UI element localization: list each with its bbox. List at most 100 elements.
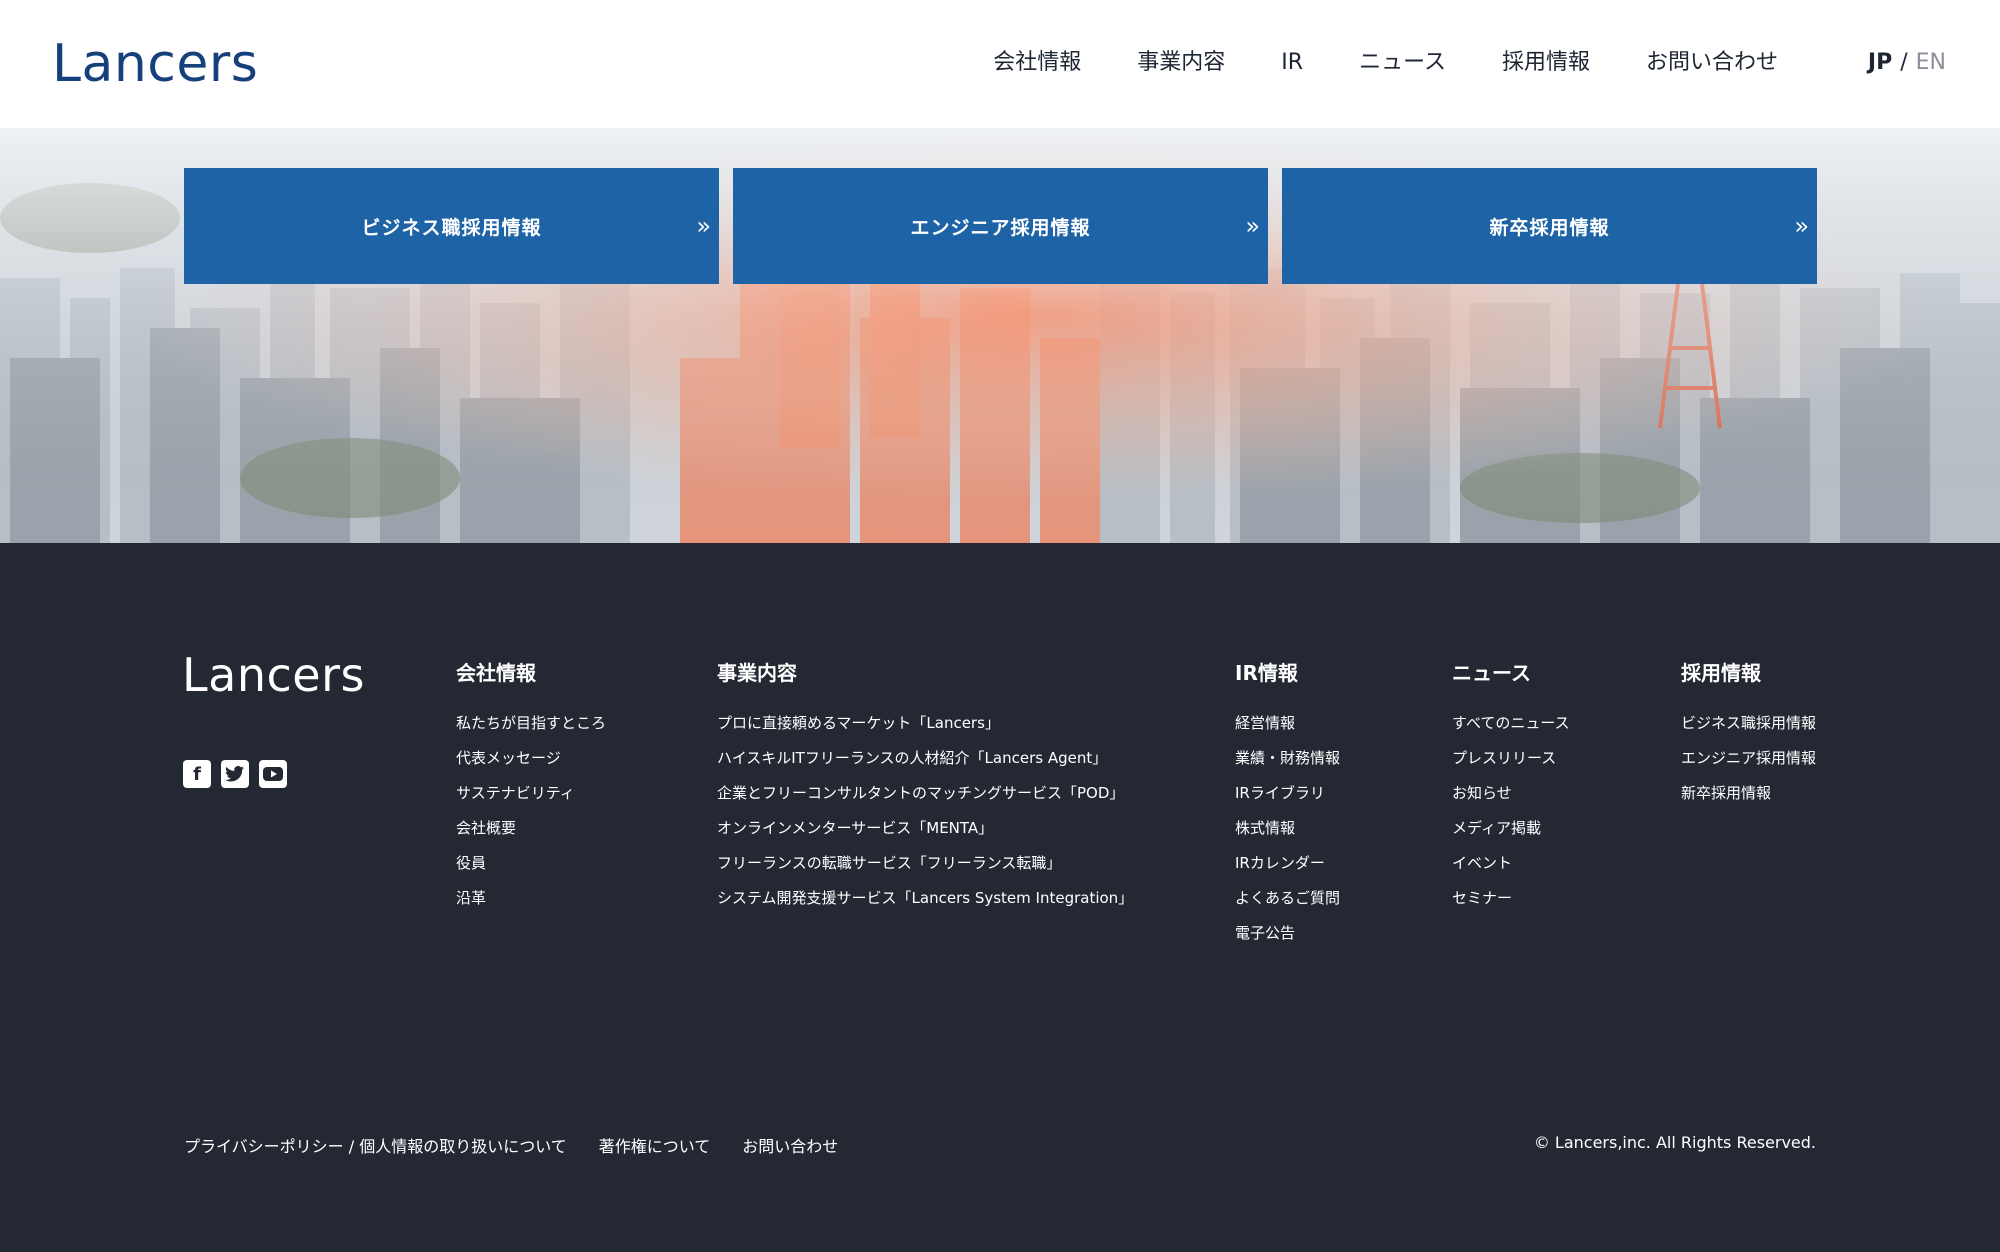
footer-link[interactable]: メディア掲載 bbox=[1452, 819, 1541, 837]
footer-col-title[interactable]: 事業内容 bbox=[717, 659, 1133, 687]
footer-link[interactable]: すべてのニュース bbox=[1452, 714, 1570, 732]
footer-link[interactable]: 代表メッセージ bbox=[456, 749, 561, 767]
list-item[interactable]: ハイスキルITフリーランスの人材紹介「Lancers Agent」 bbox=[717, 748, 1133, 768]
footer-link[interactable]: IRカレンダー bbox=[1235, 854, 1325, 872]
list-item[interactable]: システム開発支援サービス「Lancers System Integration」 bbox=[717, 888, 1133, 908]
nav-recruit[interactable]: 採用情報 bbox=[1502, 46, 1590, 80]
business-recruit-label: ビジネス職採用情報 bbox=[361, 216, 542, 239]
newgrad-recruit-button[interactable]: 新卒採用情報 » bbox=[1282, 168, 1817, 284]
footer-link[interactable]: 電子公告 bbox=[1235, 924, 1295, 942]
lang-separator: / bbox=[1900, 50, 1908, 75]
footer-link[interactable]: お知らせ bbox=[1452, 784, 1512, 802]
double-chevron-right-icon: » bbox=[696, 212, 710, 240]
nav-news[interactable]: ニュース bbox=[1359, 46, 1446, 80]
list-item[interactable]: ビジネス職採用情報 bbox=[1681, 713, 1816, 733]
footer-link[interactable]: システム開発支援サービス「Lancers System Integration」 bbox=[717, 889, 1133, 907]
footer-link[interactable]: プレスリリース bbox=[1452, 749, 1556, 767]
global-nav: 会社情報 事業内容 IR ニュース 採用情報 お問い合わせ bbox=[937, 46, 1778, 80]
footer-link[interactable]: セミナー bbox=[1452, 889, 1512, 907]
newgrad-recruit-label: 新卒採用情報 bbox=[1489, 216, 1610, 239]
footer-col-business: 事業内容 プロに直接頼めるマーケット「Lancers」 ハイスキルITフリーラン… bbox=[717, 659, 1133, 923]
copyright-link[interactable]: 著作権について bbox=[599, 1133, 711, 1157]
list-item[interactable]: サステナビリティ bbox=[456, 783, 606, 803]
footer-col-news: ニュース すべてのニュース プレスリリース お知らせ メディア掲載 イベント セ… bbox=[1452, 659, 1570, 923]
footer-col-title[interactable]: IR情報 bbox=[1235, 659, 1340, 687]
copyright-text: © Lancers,inc. All Rights Reserved. bbox=[1533, 1133, 1816, 1152]
engineer-recruit-button[interactable]: エンジニア採用情報 » bbox=[733, 168, 1268, 284]
footer-link[interactable]: サステナビリティ bbox=[456, 784, 575, 802]
business-recruit-button[interactable]: ビジネス職採用情報 » bbox=[184, 168, 719, 284]
recruit-hero: ビジネス職採用情報 » エンジニア採用情報 » 新卒採用情報 » bbox=[0, 128, 2000, 543]
footer-link[interactable]: 沿革 bbox=[456, 889, 486, 907]
nav-contact[interactable]: お問い合わせ bbox=[1646, 46, 1778, 80]
list-item[interactable]: 役員 bbox=[456, 853, 606, 873]
footer-link[interactable]: 株式情報 bbox=[1235, 819, 1295, 837]
footer-link[interactable]: オンラインメンターサービス「MENTA」 bbox=[717, 819, 993, 837]
nav-company[interactable]: 会社情報 bbox=[993, 46, 1081, 80]
list-item[interactable]: お知らせ bbox=[1452, 783, 1570, 803]
contact-link[interactable]: お問い合わせ bbox=[742, 1133, 838, 1157]
list-item[interactable]: プレスリリース bbox=[1452, 748, 1570, 768]
footer-col-title[interactable]: 採用情報 bbox=[1681, 659, 1816, 687]
twitter-icon[interactable] bbox=[221, 760, 249, 788]
footer-link[interactable]: 私たちが目指すところ bbox=[456, 714, 606, 732]
list-item[interactable]: 沿革 bbox=[456, 888, 606, 908]
list-item[interactable]: メディア掲載 bbox=[1452, 818, 1570, 838]
list-item[interactable]: 電子公告 bbox=[1235, 923, 1340, 943]
lang-en[interactable]: EN bbox=[1916, 50, 1946, 75]
footer-col-title[interactable]: ニュース bbox=[1452, 659, 1570, 687]
nav-ir[interactable]: IR bbox=[1281, 46, 1303, 80]
footer-link[interactable]: ビジネス職採用情報 bbox=[1681, 714, 1816, 732]
footer-link[interactable]: エンジニア採用情報 bbox=[1681, 749, 1816, 767]
social-links: f bbox=[183, 760, 287, 788]
list-item[interactable]: 企業とフリーコンサルタントのマッチングサービス「POD」 bbox=[717, 783, 1133, 803]
double-chevron-right-icon: » bbox=[1245, 212, 1259, 240]
facebook-icon[interactable]: f bbox=[183, 760, 211, 788]
list-item[interactable]: セミナー bbox=[1452, 888, 1570, 908]
footer-link[interactable]: 会社概要 bbox=[456, 819, 516, 837]
footer-col-recruit: 採用情報 ビジネス職採用情報 エンジニア採用情報 新卒採用情報 bbox=[1681, 659, 1816, 818]
footer-link[interactable]: イベント bbox=[1452, 854, 1512, 872]
list-item[interactable]: 経営情報 bbox=[1235, 713, 1340, 733]
list-item[interactable]: 株式情報 bbox=[1235, 818, 1340, 838]
footer-col-title[interactable]: 会社情報 bbox=[456, 659, 606, 687]
footer-col-ir: IR情報 経営情報 業績・財務情報 IRライブラリ 株式情報 IRカレンダー よ… bbox=[1235, 659, 1340, 958]
footer-lancers-logo[interactable]: Lancers bbox=[182, 649, 365, 701]
list-item[interactable]: IRカレンダー bbox=[1235, 853, 1340, 873]
list-item[interactable]: 代表メッセージ bbox=[456, 748, 606, 768]
list-item[interactable]: 会社概要 bbox=[456, 818, 606, 838]
footer-link[interactable]: プロに直接頼めるマーケット「Lancers」 bbox=[717, 714, 1000, 732]
list-item[interactable]: IRライブラリ bbox=[1235, 783, 1340, 803]
privacy-policy-link[interactable]: プライバシーポリシー / 個人情報の取り扱いについて bbox=[184, 1133, 567, 1157]
list-item[interactable]: イベント bbox=[1452, 853, 1570, 873]
lang-jp[interactable]: JP bbox=[1868, 50, 1892, 75]
language-switcher: JP / EN bbox=[1868, 46, 1946, 80]
footer-link[interactable]: ハイスキルITフリーランスの人材紹介「Lancers Agent」 bbox=[717, 749, 1107, 767]
list-item[interactable]: 新卒採用情報 bbox=[1681, 783, 1816, 803]
list-item[interactable]: すべてのニュース bbox=[1452, 713, 1570, 733]
footer-link[interactable]: 役員 bbox=[456, 854, 486, 872]
footer-link[interactable]: IRライブラリ bbox=[1235, 784, 1325, 802]
footer-link[interactable]: 企業とフリーコンサルタントのマッチングサービス「POD」 bbox=[717, 784, 1124, 802]
footer-link[interactable]: 新卒採用情報 bbox=[1681, 784, 1771, 802]
footer-bottom-links: プライバシーポリシー / 個人情報の取り扱いについて 著作権について お問い合わ… bbox=[184, 1133, 838, 1157]
list-item[interactable]: エンジニア採用情報 bbox=[1681, 748, 1816, 768]
footer-link[interactable]: 経営情報 bbox=[1235, 714, 1295, 732]
list-item[interactable]: プロに直接頼めるマーケット「Lancers」 bbox=[717, 713, 1133, 733]
list-item[interactable]: オンラインメンターサービス「MENTA」 bbox=[717, 818, 1133, 838]
lancers-logo[interactable]: Lancers bbox=[52, 36, 258, 92]
list-item[interactable]: 私たちが目指すところ bbox=[456, 713, 606, 733]
site-footer: Lancers f 会社情報 私たちが目指すところ 代表メッセージ サステナビリ… bbox=[0, 543, 2000, 1252]
footer-link[interactable]: 業績・財務情報 bbox=[1235, 749, 1340, 767]
site-header: Lancers 会社情報 事業内容 IR ニュース 採用情報 お問い合わせ JP… bbox=[0, 0, 2000, 128]
youtube-icon[interactable] bbox=[259, 760, 287, 788]
double-chevron-right-icon: » bbox=[1794, 212, 1808, 240]
footer-col-company: 会社情報 私たちが目指すところ 代表メッセージ サステナビリティ 会社概要 役員… bbox=[456, 659, 606, 923]
list-item[interactable]: よくあるご質問 bbox=[1235, 888, 1340, 908]
footer-link[interactable]: フリーランスの転職サービス「フリーランス転職」 bbox=[717, 854, 1061, 872]
list-item[interactable]: 業績・財務情報 bbox=[1235, 748, 1340, 768]
engineer-recruit-label: エンジニア採用情報 bbox=[910, 216, 1091, 239]
nav-business[interactable]: 事業内容 bbox=[1137, 46, 1225, 80]
footer-link[interactable]: よくあるご質問 bbox=[1235, 889, 1340, 907]
list-item[interactable]: フリーランスの転職サービス「フリーランス転職」 bbox=[717, 853, 1133, 873]
